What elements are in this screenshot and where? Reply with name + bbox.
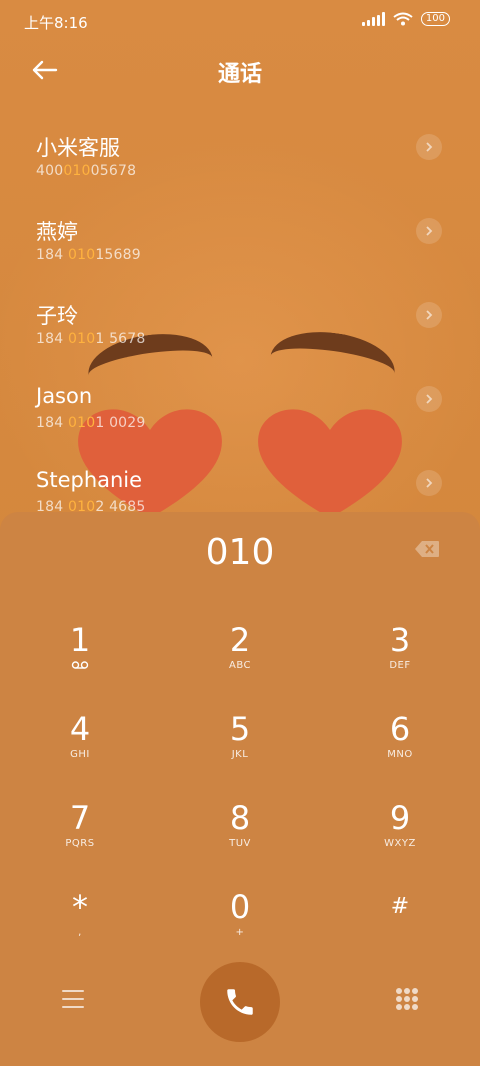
key-hash[interactable]: # [320, 887, 480, 967]
dialpad-bottom-bar [0, 962, 480, 1042]
dialed-number-display[interactable]: 010 [0, 532, 480, 573]
contact-number: 184 01015689 [36, 247, 141, 263]
contact-result[interactable]: Jason 184 0101 0029 [0, 364, 480, 448]
chevron-right-icon[interactable] [416, 134, 442, 160]
voicemail-icon [0, 660, 160, 674]
key-3[interactable]: 3 DEF [320, 620, 480, 700]
contact-name: Jason [36, 384, 93, 408]
status-icons: 100 [361, 12, 450, 26]
contact-result[interactable]: 燕婷 184 01015689 [0, 196, 480, 280]
chevron-right-icon[interactable] [416, 218, 442, 244]
contact-number: 40001005678 [36, 163, 137, 179]
key-0[interactable]: 0 + [160, 887, 320, 967]
key-5[interactable]: 5 JKL [160, 709, 320, 789]
contact-name: 子玲 [36, 304, 78, 328]
key-8[interactable]: 8 TUV [160, 798, 320, 878]
key-4[interactable]: 4 GHI [0, 709, 160, 789]
page-title: 通话 [217, 62, 262, 87]
status-bar: 上午8:16 100 [0, 0, 480, 44]
dialpad-panel: 010 1 2 ABC 3 DEF 4 GHI 5 JKL 6 MNO 7 PQRS 8 TU… [0, 512, 480, 1066]
phone-icon [227, 989, 253, 1015]
header: 通话 [0, 50, 480, 94]
contact-result[interactable]: 小米客服 40001005678 [0, 112, 480, 196]
contact-name: 燕婷 [36, 220, 78, 244]
call-button[interactable] [200, 962, 280, 1042]
contact-number: 184 0101 5678 [36, 331, 146, 347]
wifi-icon [393, 12, 413, 26]
menu-icon[interactable] [62, 990, 84, 1008]
key-1[interactable]: 1 [0, 620, 160, 700]
chevron-right-icon[interactable] [416, 386, 442, 412]
chevron-right-icon[interactable] [416, 302, 442, 328]
status-time: 上午8:16 [24, 14, 88, 32]
contact-result[interactable]: 子玲 184 0101 5678 [0, 280, 480, 364]
contact-number: 184 0101 0029 [36, 415, 146, 431]
backspace-icon[interactable] [414, 540, 440, 558]
signal-icon [361, 12, 385, 26]
key-6[interactable]: 6 MNO [320, 709, 480, 789]
contact-result[interactable]: Stephanie 184 0102 4685 [0, 448, 480, 512]
key-2[interactable]: 2 ABC [160, 620, 320, 700]
dialpad-icon[interactable] [396, 988, 418, 1010]
search-results-list: 小米客服 40001005678 燕婷 184 01015689 子玲 184 … [0, 112, 480, 512]
battery-indicator: 100 [420, 12, 450, 26]
key-9[interactable]: 9 WXYZ [320, 798, 480, 878]
contact-name: Stephanie [36, 468, 143, 492]
key-7[interactable]: 7 PQRS [0, 798, 160, 878]
contact-name: 小米客服 [36, 136, 120, 160]
key-star[interactable]: *, [0, 887, 160, 967]
contact-number: 184 0102 4685 [36, 499, 146, 512]
chevron-right-icon[interactable] [416, 470, 442, 496]
